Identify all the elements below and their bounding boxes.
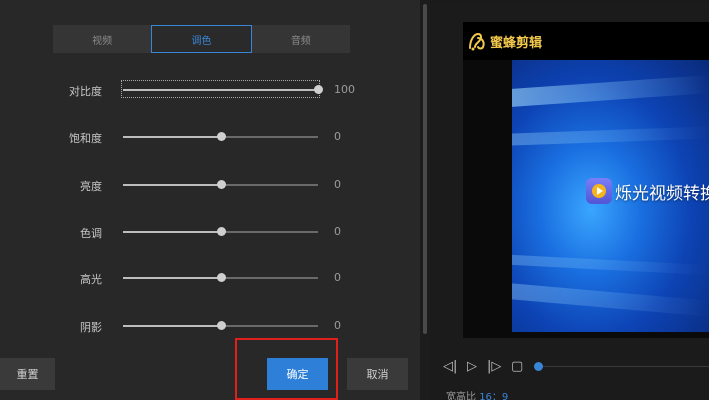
contrast-slider[interactable]	[123, 85, 323, 94]
tab-color[interactable]: 调色	[151, 25, 252, 53]
hue-slider[interactable]	[123, 227, 318, 236]
brightness-slider[interactable]	[123, 180, 318, 189]
shadow-slider[interactable]	[123, 321, 318, 330]
highlight-slider[interactable]	[123, 273, 318, 282]
stop-icon[interactable]: ▢	[511, 359, 523, 375]
video-frame: 烁光视频转换	[512, 60, 709, 332]
watermark-bar: 蜜蜂剪辑	[463, 22, 709, 60]
contrast-label: 对比度	[69, 85, 102, 98]
aspect-ratio-value: 16：9	[479, 392, 509, 400]
video-title-overlay: 烁光视频转换	[586, 178, 709, 204]
brightness-value: 0	[334, 178, 341, 191]
light-beam	[512, 283, 709, 317]
play-icon[interactable]: ▷	[467, 359, 477, 375]
aspect-ratio-label: 宽高比	[446, 392, 476, 400]
saturation-slider-thumb[interactable]	[216, 132, 226, 141]
aspect-ratio-readout: 宽高比 16：9	[446, 388, 508, 400]
playback-progress-bar[interactable]	[538, 366, 709, 367]
highlight-row: 高光 0	[0, 266, 420, 290]
playback-progress-thumb[interactable]	[534, 362, 543, 371]
player-controls: ◁| ▷ |▷ ▢	[443, 357, 709, 377]
shadow-row: 阴影 0	[0, 314, 420, 338]
saturation-label: 饱和度	[69, 132, 102, 145]
light-beam	[512, 75, 709, 107]
annotation-highlight-box	[235, 338, 338, 400]
tab-video[interactable]: 视频	[53, 25, 151, 53]
saturation-row: 饱和度 0	[0, 125, 420, 149]
saturation-slider-fill	[123, 136, 221, 138]
scrollbar-thumb[interactable]	[423, 4, 427, 334]
hue-row: 色调 0	[0, 220, 420, 244]
brightness-slider-thumb[interactable]	[216, 180, 226, 189]
tab-audio[interactable]: 音频	[252, 25, 350, 53]
brightness-slider-fill	[123, 184, 221, 186]
previous-frame-icon[interactable]: ◁|	[443, 359, 457, 375]
highlight-label: 高光	[80, 273, 102, 286]
hue-slider-fill	[123, 231, 221, 233]
app-play-icon	[586, 178, 612, 204]
panel-scrollbar[interactable]	[420, 0, 430, 400]
light-beam	[512, 126, 709, 146]
next-frame-icon[interactable]: |▷	[487, 359, 501, 375]
brightness-row: 亮度 0	[0, 173, 420, 197]
shadow-value: 0	[334, 319, 341, 332]
contrast-slider-fill	[123, 89, 318, 91]
overlay-title: 烁光视频转换	[615, 183, 709, 204]
reset-button[interactable]: 重置	[0, 358, 55, 390]
saturation-value: 0	[334, 130, 341, 143]
highlight-slider-fill	[123, 277, 221, 279]
bee-logo-icon	[469, 32, 485, 51]
cancel-button[interactable]: 取消	[347, 358, 408, 390]
light-beam	[512, 254, 709, 276]
hue-slider-thumb[interactable]	[216, 227, 226, 236]
brightness-label: 亮度	[80, 180, 102, 193]
highlight-value: 0	[334, 271, 341, 284]
watermark-text: 蜜蜂剪辑	[490, 35, 543, 51]
shadow-slider-thumb[interactable]	[216, 321, 226, 330]
contrast-slider-thumb[interactable]	[314, 85, 323, 94]
color-adjust-panel: 视频 调色 音频 对比度 100 饱和度 0 亮度 0 色调 0 高光 0 阴影…	[0, 0, 420, 400]
hue-label: 色调	[80, 227, 102, 240]
contrast-value: 100	[334, 83, 355, 96]
contrast-row: 对比度 100	[0, 78, 420, 102]
shadow-label: 阴影	[80, 321, 102, 334]
highlight-slider-thumb[interactable]	[216, 273, 226, 282]
shadow-slider-fill	[123, 325, 221, 327]
saturation-slider[interactable]	[123, 132, 318, 141]
tab-bar: 视频 调色 音频	[53, 25, 350, 53]
hue-value: 0	[334, 225, 341, 238]
video-preview: 蜜蜂剪辑 烁光视频转换	[463, 22, 709, 338]
